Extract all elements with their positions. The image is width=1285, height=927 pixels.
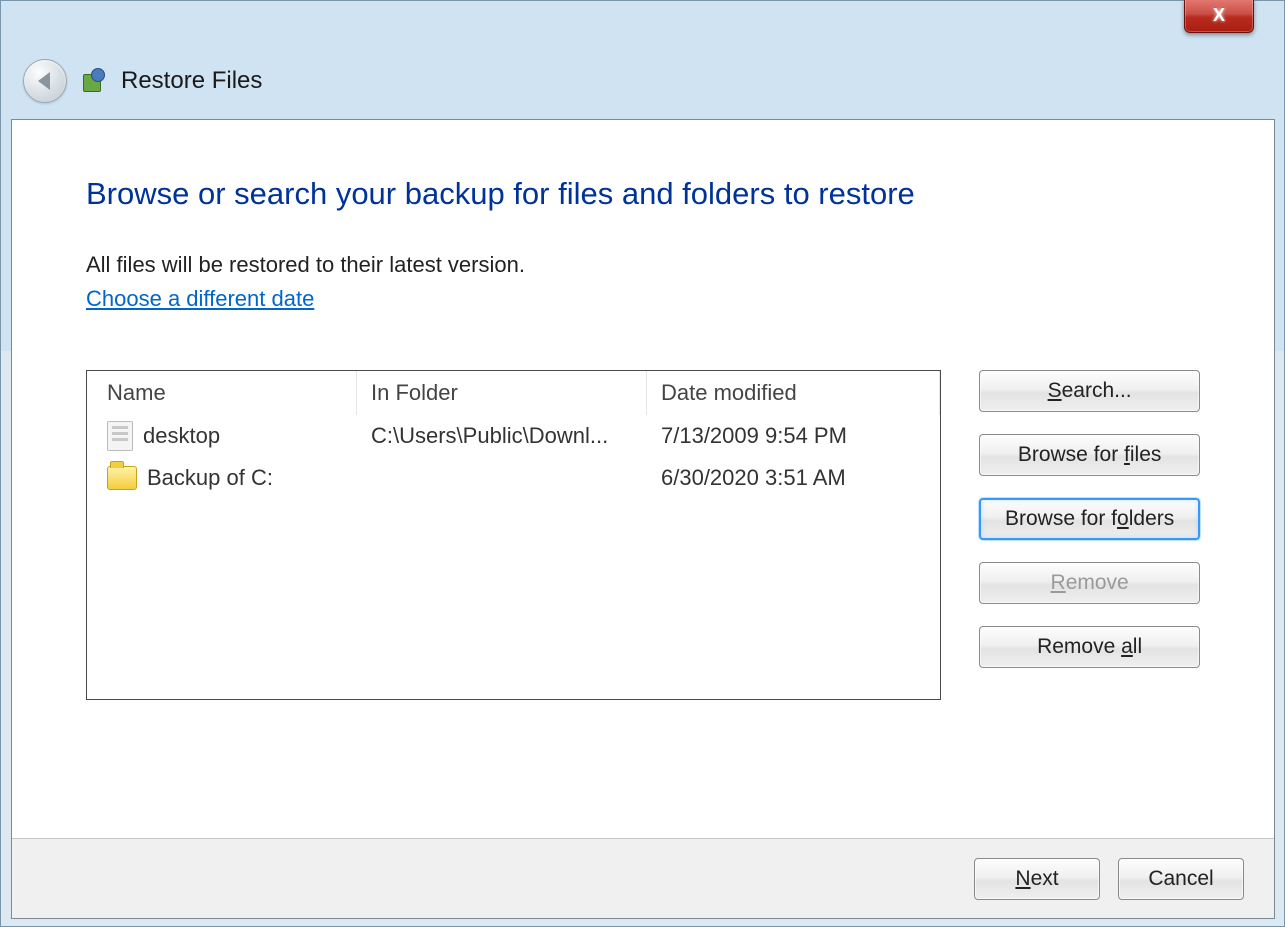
browse-folders-button[interactable]: Browse for folders [979,498,1200,540]
content-panel: Browse or search your backup for files a… [11,119,1275,919]
browse-folders-label: Browse for folders [1005,507,1174,531]
item-name: Backup of C: [147,465,273,491]
item-date: 6/30/2020 3:51 AM [647,465,940,491]
back-button[interactable] [23,59,67,103]
side-button-group: Search... Browse for files Browse for fo… [979,370,1200,700]
restore-icon [81,68,107,94]
list-item[interactable]: Backup of C: 6/30/2020 3:51 AM [87,457,940,499]
file-icon [107,421,133,451]
item-name: desktop [143,423,220,449]
browse-files-label: Browse for files [1018,443,1162,467]
footer-bar: Next Cancel [12,838,1274,918]
column-date-modified[interactable]: Date modified [647,371,940,415]
column-name[interactable]: Name [87,371,357,415]
choose-date-link[interactable]: Choose a different date [86,286,314,312]
cancel-label: Cancel [1148,867,1213,891]
search-label: Search... [1048,379,1132,403]
next-button[interactable]: Next [974,858,1100,900]
cancel-button[interactable]: Cancel [1118,858,1244,900]
list-header: Name In Folder Date modified [87,371,940,415]
list-body: desktop C:\Users\Public\Downl... 7/13/20… [87,415,940,499]
file-list[interactable]: Name In Folder Date modified desktop C:\… [86,370,941,700]
search-button[interactable]: Search... [979,370,1200,412]
remove-button[interactable]: Remove [979,562,1200,604]
remove-label: Remove [1051,571,1129,595]
list-item[interactable]: desktop C:\Users\Public\Downl... 7/13/20… [87,415,940,457]
remove-all-button[interactable]: Remove all [979,626,1200,668]
close-button[interactable]: X [1184,0,1254,33]
item-date: 7/13/2009 9:54 PM [647,423,940,449]
remove-all-label: Remove all [1037,635,1142,659]
close-icon: X [1213,5,1225,26]
page-headline: Browse or search your backup for files a… [86,176,1200,212]
browse-files-button[interactable]: Browse for files [979,434,1200,476]
item-folder: C:\Users\Public\Downl... [357,423,647,449]
next-label: Next [1015,867,1058,891]
window-header: Restore Files [23,59,262,103]
back-arrow-icon [38,72,50,90]
restore-files-window: X Restore Files Browse or search your ba… [0,0,1285,927]
version-note: All files will be restored to their late… [86,252,1200,278]
window-title: Restore Files [121,67,262,95]
folder-icon [107,466,137,490]
column-in-folder[interactable]: In Folder [357,371,647,415]
